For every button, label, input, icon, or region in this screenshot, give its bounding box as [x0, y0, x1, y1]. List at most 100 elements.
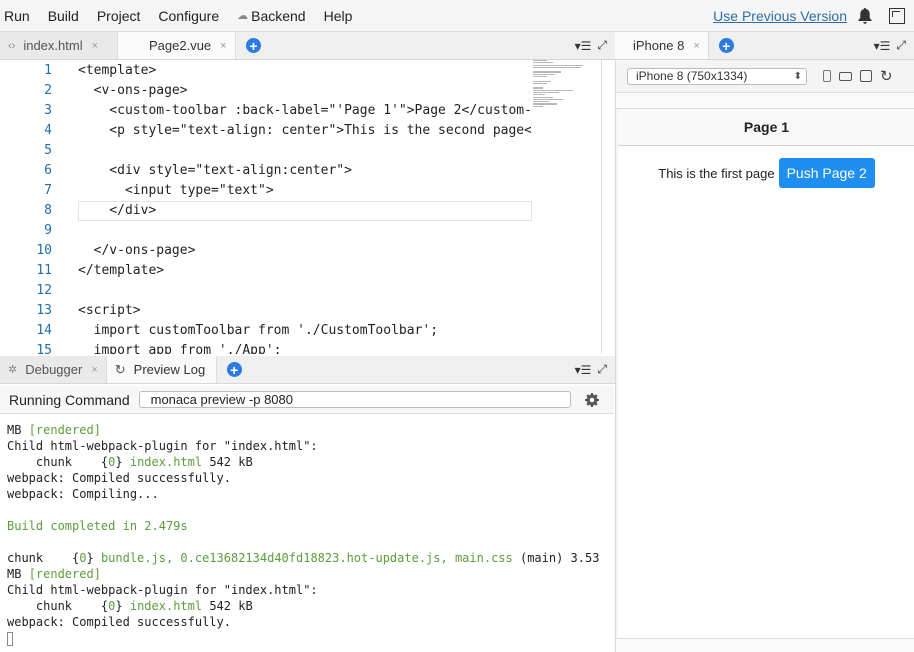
menu-list-icon[interactable]: ▾☰ — [874, 39, 891, 53]
add-tab-button[interactable]: + — [246, 38, 261, 53]
menu-backend[interactable]: ☁ Backend — [228, 0, 314, 31]
line-number: 9 — [44, 223, 52, 238]
tab-iphone8[interactable]: iPhone 8 × — [615, 32, 709, 59]
code-line: <p style="text-align: center">This is th… — [78, 123, 531, 138]
command-field[interactable]: monaca preview -p 8080 — [138, 391, 571, 408]
bell-icon[interactable] — [857, 7, 873, 25]
log-line: Child html-webpack-plugin for "index.htm… — [7, 583, 318, 597]
close-icon[interactable]: × — [693, 40, 699, 52]
menu-project[interactable]: Project — [88, 0, 150, 31]
add-tab-button[interactable]: + — [718, 38, 734, 53]
log-line: Build completed in 2.479s — [7, 519, 188, 533]
bottom-ruler — [616, 638, 914, 652]
bottom-tab-tools: ▾☰ ⤢ — [575, 356, 615, 383]
bottom-tabstrip: ✲ Debugger × ↻ Preview Log + ▾☰ ⤢ — [0, 356, 615, 384]
preview-tabstrip: iPhone 8 × + ▾☰ ⤢ — [615, 32, 914, 60]
code-line: <div style="text-align:center"> — [78, 163, 352, 178]
add-tab-button[interactable]: + — [226, 362, 242, 377]
code-line: </v-ons-page> — [78, 243, 196, 258]
tab-page2-vue[interactable]: Page2.vue × — [118, 32, 236, 59]
code-lines[interactable]: <template> <v-ons-page> <custom-toolbar … — [78, 61, 531, 354]
device-toolbar: iPhone 8 (750x1334) ↻ — [616, 60, 914, 92]
code-editor[interactable]: 1 2 3 4 5 6 7 8 9 10 11 12 13 14 15 <tem… — [0, 60, 602, 354]
tab-label: iPhone 8 — [633, 38, 685, 53]
code-line: <v-ons-page> — [78, 83, 188, 98]
menu-list-icon[interactable]: ▾☰ — [575, 363, 592, 377]
editor-tabstrip: ‹› index.html × Page2.vue × + ▾☰ ⤢ — [0, 32, 615, 60]
line-number-gutter: 1 2 3 4 5 6 7 8 9 10 11 12 13 14 15 — [0, 60, 62, 354]
line-number: 3 — [44, 103, 52, 118]
bug-icon: ✲ — [8, 364, 18, 376]
tab-preview-log[interactable]: ↻ Preview Log — [106, 356, 217, 383]
line-number: 7 — [44, 183, 52, 198]
log-line: chunk {0} bundle.js, 0.ce13682134d40fd18… — [7, 551, 600, 565]
phone-page-content: This is the first page Push Page 2 — [618, 158, 914, 188]
phone-page-text: This is the first page — [658, 165, 775, 181]
code-line: import customToolbar from './CustomToolb… — [78, 323, 439, 338]
log-line: webpack: Compiled successfully. — [7, 615, 231, 629]
scroll-indicator[interactable] — [601, 112, 602, 114]
menu-help[interactable]: Help — [315, 0, 362, 31]
log-line: webpack: Compiling... — [7, 487, 159, 501]
use-previous-version-link[interactable]: Use Previous Version — [713, 8, 847, 24]
window-restore-icon[interactable] — [889, 7, 905, 24]
menu-build[interactable]: Build — [39, 0, 88, 31]
code-minimap[interactable] — [533, 60, 601, 120]
phone-portrait-icon[interactable] — [823, 70, 831, 82]
line-number: 14 — [36, 323, 52, 338]
device-select[interactable]: iPhone 8 (750x1334) — [627, 67, 807, 85]
gear-icon[interactable] — [584, 392, 600, 408]
phone-landscape-icon[interactable] — [839, 71, 852, 81]
refresh-icon[interactable]: ↻ — [880, 67, 893, 85]
expand-icon[interactable]: ⤢ — [896, 38, 906, 53]
code-line: <input type="text"> — [78, 183, 274, 198]
line-number: 10 — [36, 243, 52, 258]
phone-screen: Page 1 This is the first page Push Page … — [618, 109, 914, 639]
expand-icon[interactable]: ⤢ — [597, 38, 607, 53]
code-line: <template> — [78, 63, 157, 78]
line-number: 13 — [36, 303, 52, 318]
close-icon[interactable]: × — [91, 364, 97, 376]
code-line: <script> — [78, 303, 141, 318]
close-icon[interactable]: × — [92, 40, 98, 52]
line-number: 15 — [36, 343, 52, 354]
close-icon[interactable]: × — [220, 40, 226, 52]
running-command-bar: Running Command monaca preview -p 8080 — [0, 386, 614, 414]
tab-label: Page2.vue — [149, 38, 212, 53]
tab-label: index.html — [23, 38, 83, 53]
tab-index-html[interactable]: ‹› index.html × — [0, 32, 118, 59]
line-number: 12 — [36, 283, 52, 298]
line-number: 1 — [44, 63, 52, 78]
log-line: chunk {0} index.html 542 kB — [7, 599, 253, 613]
menu-backend-label: Backend — [251, 7, 306, 24]
code-line: </div> — [78, 203, 157, 218]
menu-list-icon[interactable]: ▾☰ — [575, 39, 592, 53]
menu-run[interactable]: Run — [0, 0, 39, 31]
tab-debugger[interactable]: ✲ Debugger × — [0, 356, 107, 383]
push-page-button[interactable]: Push Page 2 — [778, 158, 875, 188]
editor-tab-tools: ▾☰ ⤢ — [575, 32, 615, 59]
preview-panel: iPhone 8 (750x1334) ↻ Page 1 This is the… — [615, 60, 914, 652]
code-line: </template> — [78, 263, 165, 278]
menu-bar: Run Build Project Configure ☁ Backend He… — [0, 0, 914, 32]
phone-toolbar: Page 1 — [618, 109, 914, 146]
expand-icon[interactable]: ⤢ — [597, 362, 607, 377]
log-line: Child html-webpack-plugin for "index.htm… — [7, 439, 318, 453]
preview-log-output[interactable]: MB [rendered] Child html-webpack-plugin … — [0, 422, 614, 652]
menu-configure[interactable]: Configure — [149, 0, 228, 31]
line-number: 6 — [44, 163, 52, 178]
tab-label: Debugger — [25, 362, 83, 377]
cloud-icon: ☁ — [237, 10, 249, 22]
log-line: MB [rendered] — [7, 567, 101, 581]
line-number: 11 — [36, 263, 52, 278]
log-prompt[interactable] — [0, 630, 614, 646]
code-line: import app from './App'; — [78, 343, 282, 354]
log-line: webpack: Compiled successfully. — [7, 471, 231, 485]
code-line: <custom-toolbar :back-label="'Page 1'">P… — [78, 103, 531, 118]
screenshot-icon[interactable] — [860, 70, 872, 82]
